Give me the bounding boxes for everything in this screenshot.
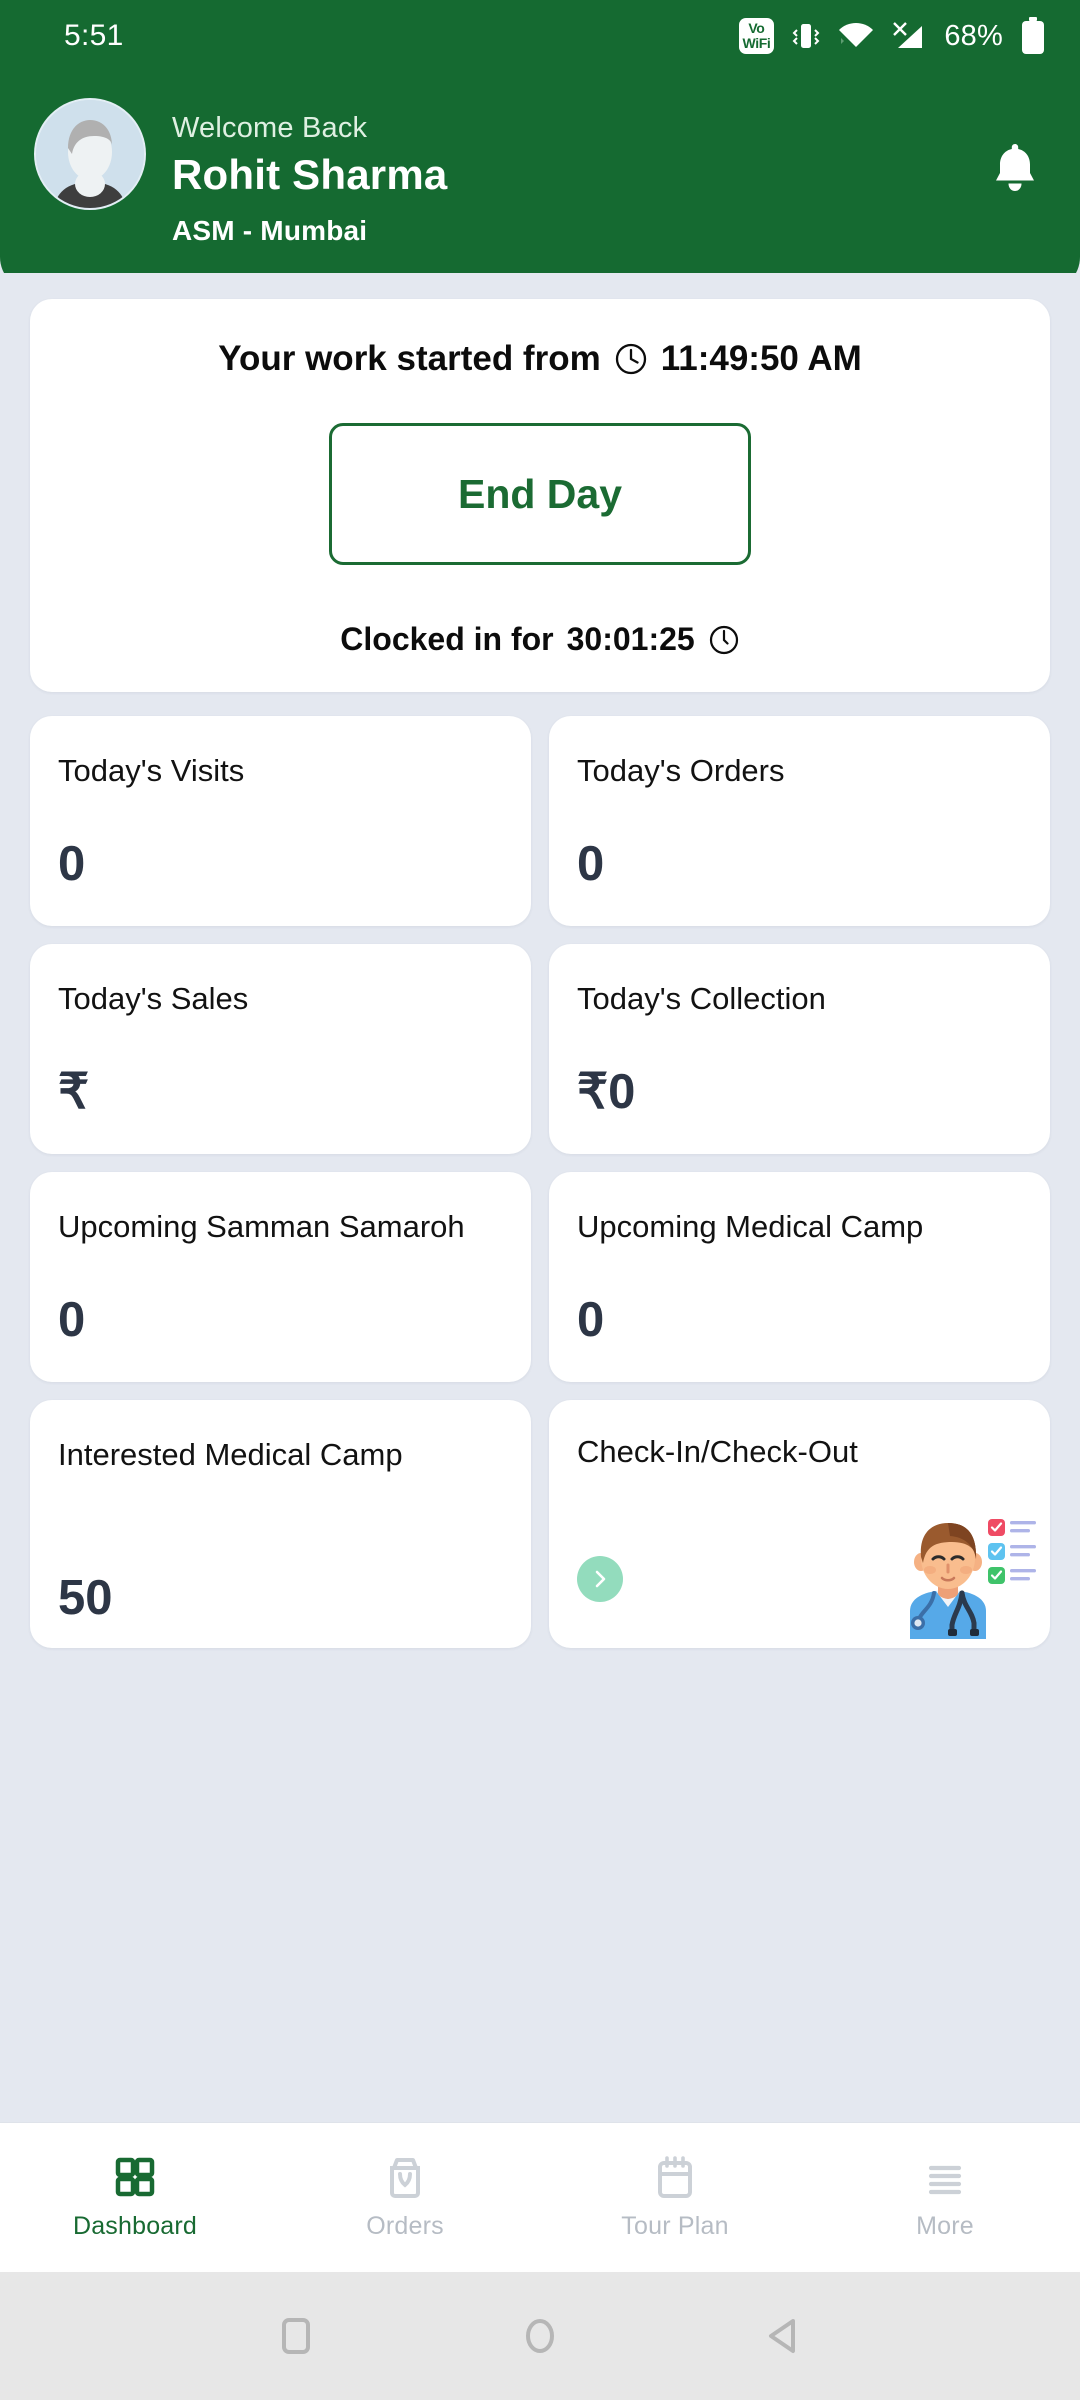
app-screen: 5:51 Vo WiFi 68% Welcome Back Rohit Shar…: [0, 0, 1080, 2400]
stopwatch-icon: [709, 625, 738, 654]
stat-label: Today's Collection: [577, 981, 826, 1016]
stat-label: Interested Medical Camp: [58, 1437, 403, 1472]
status-bar-clock: 5:51: [64, 19, 124, 52]
check-in-out-title: Check-In/Check-Out: [577, 1434, 858, 1469]
stats-grid: Today's Visits 0 Today's Orders 0 Today'…: [30, 716, 1050, 1648]
dashboard-body: Your work started from 11:49:50 AM End D…: [0, 273, 1080, 2122]
vibrate-icon: [792, 24, 820, 48]
work-started-line: Your work started from 11:49:50 AM: [60, 339, 1020, 379]
square-recents-icon[interactable]: [274, 2312, 318, 2360]
stat-label: Upcoming Medical Camp: [577, 1209, 924, 1244]
nav-label: Tour Plan: [621, 2211, 729, 2240]
notification-bell-icon: [996, 144, 1034, 191]
stat-card-upcoming-samman-samaroh[interactable]: Upcoming Samman Samaroh 0: [30, 1172, 531, 1382]
calendar-icon: [658, 2155, 692, 2198]
chevron-right-icon: [595, 1570, 606, 1588]
status-bar-icons: Vo WiFi 68%: [738, 17, 1046, 55]
user-name: Rohit Sharma: [172, 151, 448, 198]
user-role: ASM - Mumbai: [172, 215, 368, 246]
stat-card-todays-sales[interactable]: Today's Sales ₹: [30, 944, 531, 1154]
nav-label: Dashboard: [72, 2211, 198, 2240]
work-start-time: 11:49:50 AM: [660, 339, 862, 378]
nav-item-more[interactable]: More: [810, 2155, 1080, 2241]
clocked-in-duration: 30:01:25: [566, 621, 695, 657]
clock-icon: [615, 343, 646, 375]
stat-value: ₹: [58, 1065, 90, 1119]
status-bar: 5:51 Vo WiFi 68%: [0, 0, 1080, 72]
hamburger-menu-icon: [928, 2165, 962, 2194]
triangle-back-icon[interactable]: [762, 2312, 806, 2360]
work-started-label: Your work started from: [218, 339, 601, 378]
vowifi-icon: Vo WiFi: [738, 18, 775, 54]
clocked-in-line: Clocked in for 30:01:25: [60, 621, 1020, 658]
battery-percent-label: 68%: [944, 19, 1003, 52]
nav-item-orders[interactable]: Orders: [270, 2155, 540, 2241]
nav-label: Orders: [366, 2211, 444, 2240]
vowifi-line1: Vo: [748, 20, 765, 36]
circle-home-icon[interactable]: [518, 2312, 562, 2360]
stat-value: 0: [58, 837, 86, 891]
check-in-out-card[interactable]: Check-In/Check-Out: [549, 1400, 1050, 1648]
stat-value: 50: [58, 1571, 113, 1625]
wifi-icon: [839, 22, 874, 47]
app-header: Welcome Back Rohit Sharma ASM - Mumbai: [0, 72, 1080, 291]
stat-value: 0: [58, 1293, 86, 1347]
clocked-in-label: Clocked in for: [340, 621, 554, 657]
stat-value: 0: [577, 1293, 605, 1347]
notification-bell-button[interactable]: [990, 140, 1040, 199]
end-day-button[interactable]: End Day: [329, 423, 751, 565]
stat-card-todays-orders[interactable]: Today's Orders 0: [549, 716, 1050, 926]
stat-label: Upcoming Samman Samaroh: [58, 1209, 465, 1244]
header-text-block: Welcome Back Rohit Sharma ASM - Mumbai: [172, 98, 447, 247]
grid-dashboard-icon: [115, 2157, 155, 2196]
stat-card-todays-visits[interactable]: Today's Visits 0: [30, 716, 531, 926]
stat-card-todays-collection[interactable]: Today's Collection ₹0: [549, 944, 1050, 1154]
nav-item-tour-plan[interactable]: Tour Plan: [540, 2155, 810, 2241]
user-avatar-placeholder-icon: [36, 100, 144, 208]
bottom-navigation-bar: Dashboard Orders Tour Plan More: [0, 2122, 1080, 2272]
vowifi-line2: WiFi: [742, 35, 771, 51]
shopping-bag-icon: [390, 2157, 420, 2198]
battery-icon: [1022, 17, 1044, 54]
stat-value: ₹0: [577, 1065, 636, 1119]
stat-card-interested-medical-camp[interactable]: Interested Medical Camp 50: [30, 1400, 531, 1648]
signal-no-service-icon: [893, 22, 923, 48]
stat-card-upcoming-medical-camp[interactable]: Upcoming Medical Camp 0: [549, 1172, 1050, 1382]
check-in-out-go-button[interactable]: [577, 1556, 623, 1602]
doctor-with-checklist-illustration: [888, 1515, 1040, 1644]
stat-label: Today's Sales: [58, 981, 249, 1016]
stat-label: Today's Orders: [577, 753, 785, 788]
nav-label: More: [916, 2211, 974, 2240]
stat-value: 0: [577, 837, 605, 891]
work-status-card: Your work started from 11:49:50 AM End D…: [30, 299, 1050, 692]
welcome-label: Welcome Back: [172, 112, 368, 144]
stat-label: Today's Visits: [58, 753, 245, 788]
header-user-block: Welcome Back Rohit Sharma ASM - Mumbai: [34, 98, 447, 247]
android-system-navigation-bar: [0, 2272, 1080, 2400]
avatar[interactable]: [34, 98, 146, 210]
nav-item-dashboard[interactable]: Dashboard: [0, 2155, 270, 2241]
